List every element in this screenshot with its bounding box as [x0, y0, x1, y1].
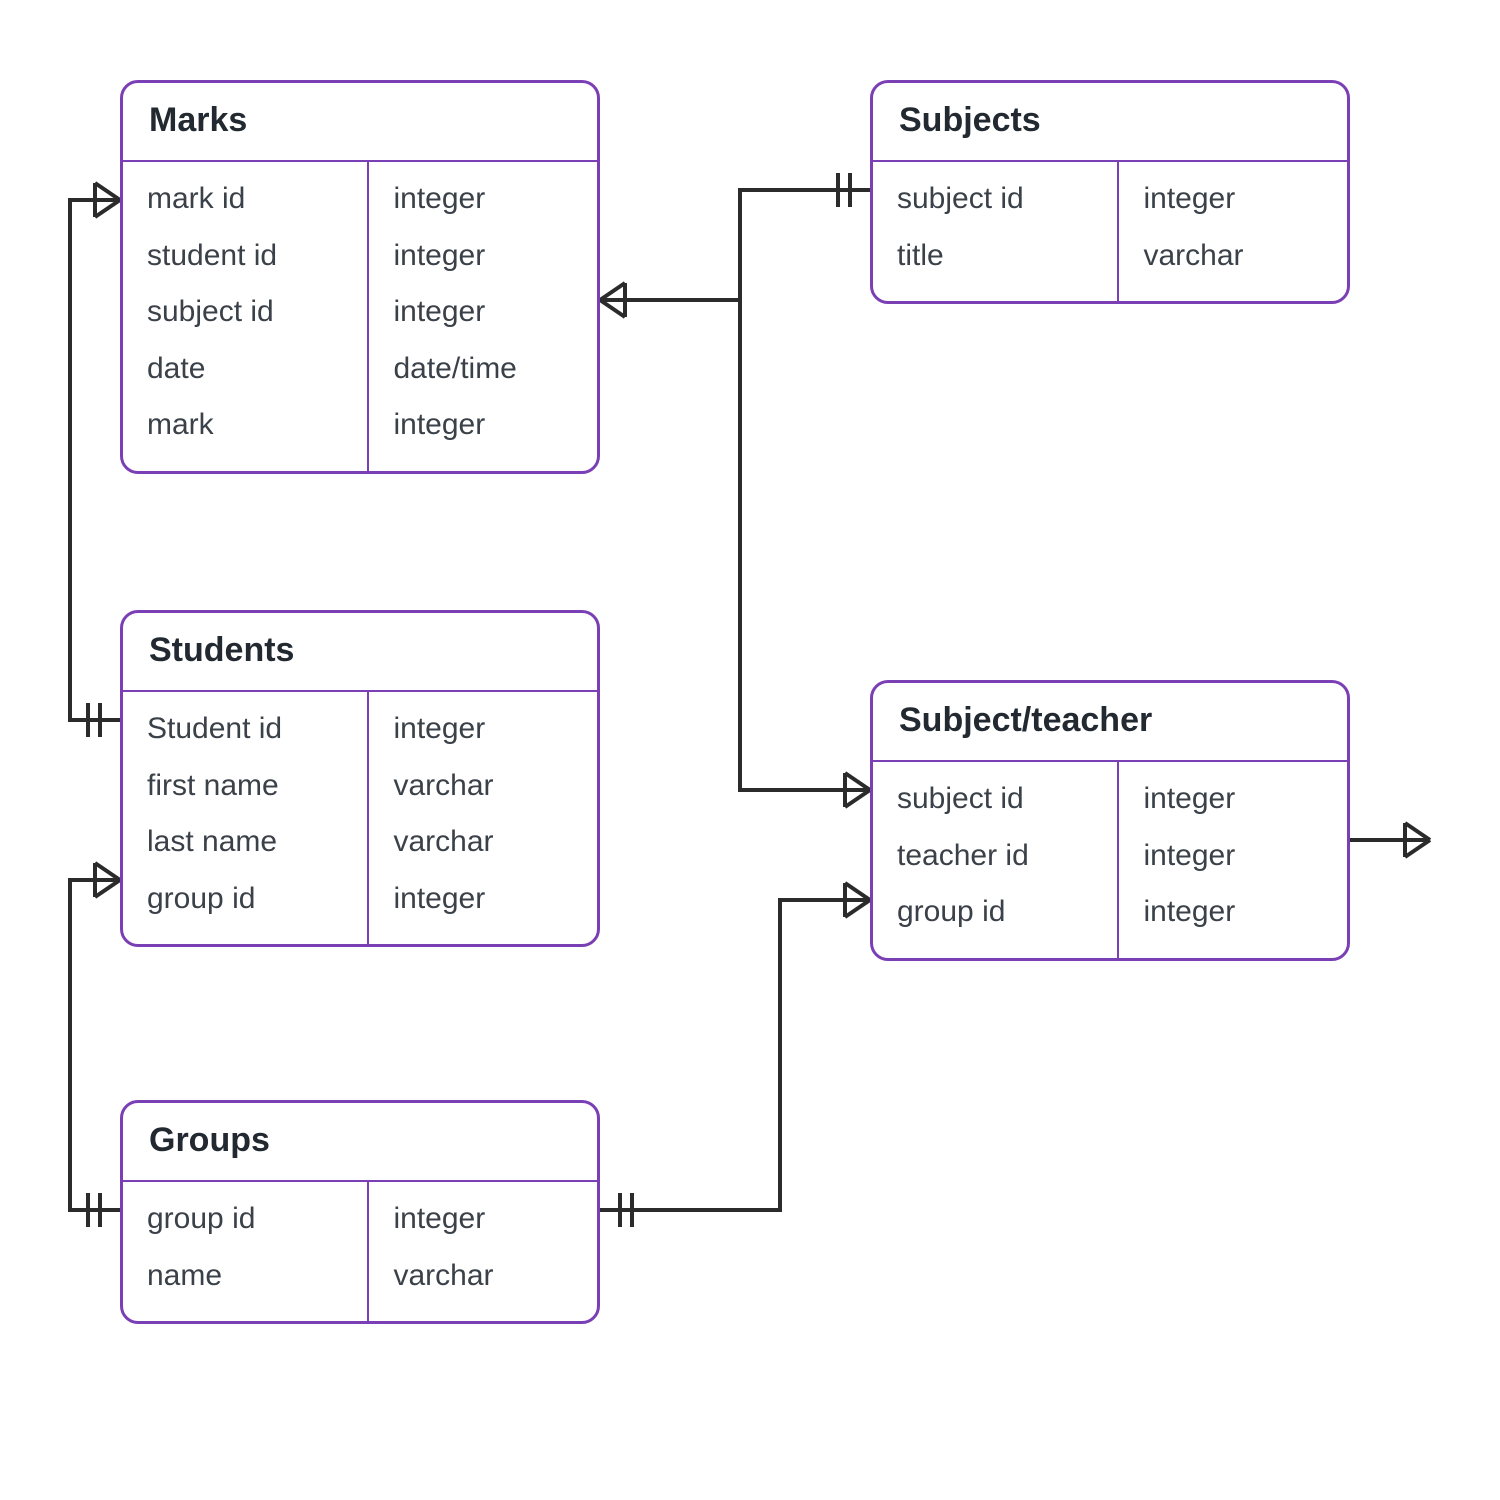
entity-groups: Groups group id name integer varchar — [120, 1100, 600, 1324]
field-type: varchar — [393, 819, 577, 866]
field-name: Student id — [147, 706, 347, 753]
field-type: integer — [1143, 776, 1327, 823]
entity-subject-teacher: Subject/teacher subject id teacher id gr… — [870, 680, 1350, 961]
entity-students: Students Student id first name last name… — [120, 610, 600, 947]
field-name: first name — [147, 763, 347, 810]
entity-title: Subjects — [873, 83, 1347, 162]
field-type: integer — [393, 706, 577, 753]
entity-title: Groups — [123, 1103, 597, 1182]
field-type: integer — [393, 876, 577, 923]
entity-marks: Marks mark id student id subject id date… — [120, 80, 600, 474]
field-name: teacher id — [897, 833, 1097, 880]
field-type: varchar — [1143, 233, 1327, 280]
field-name: mark id — [147, 176, 347, 223]
field-name: subject id — [897, 776, 1097, 823]
field-type: integer — [1143, 889, 1327, 936]
field-name: group id — [147, 1196, 347, 1243]
field-type: integer — [393, 233, 577, 280]
field-type: integer — [1143, 833, 1327, 880]
field-name: student id — [147, 233, 347, 280]
field-type: integer — [1143, 176, 1327, 223]
field-name: subject id — [147, 289, 347, 336]
entity-title: Subject/teacher — [873, 683, 1347, 762]
field-name: group id — [147, 876, 347, 923]
field-type: date/time — [393, 346, 577, 393]
field-name: mark — [147, 402, 347, 449]
entity-title: Marks — [123, 83, 597, 162]
field-name: name — [147, 1253, 347, 1300]
field-type: varchar — [393, 1253, 577, 1300]
entity-subjects: Subjects subject id title integer varcha… — [870, 80, 1350, 304]
field-type: varchar — [393, 763, 577, 810]
field-name: subject id — [897, 176, 1097, 223]
field-name: date — [147, 346, 347, 393]
field-type: integer — [393, 176, 577, 223]
field-name: title — [897, 233, 1097, 280]
field-name: last name — [147, 819, 347, 866]
entity-title: Students — [123, 613, 597, 692]
field-type: integer — [393, 1196, 577, 1243]
field-name: group id — [897, 889, 1097, 936]
field-type: integer — [393, 289, 577, 336]
field-type: integer — [393, 402, 577, 449]
